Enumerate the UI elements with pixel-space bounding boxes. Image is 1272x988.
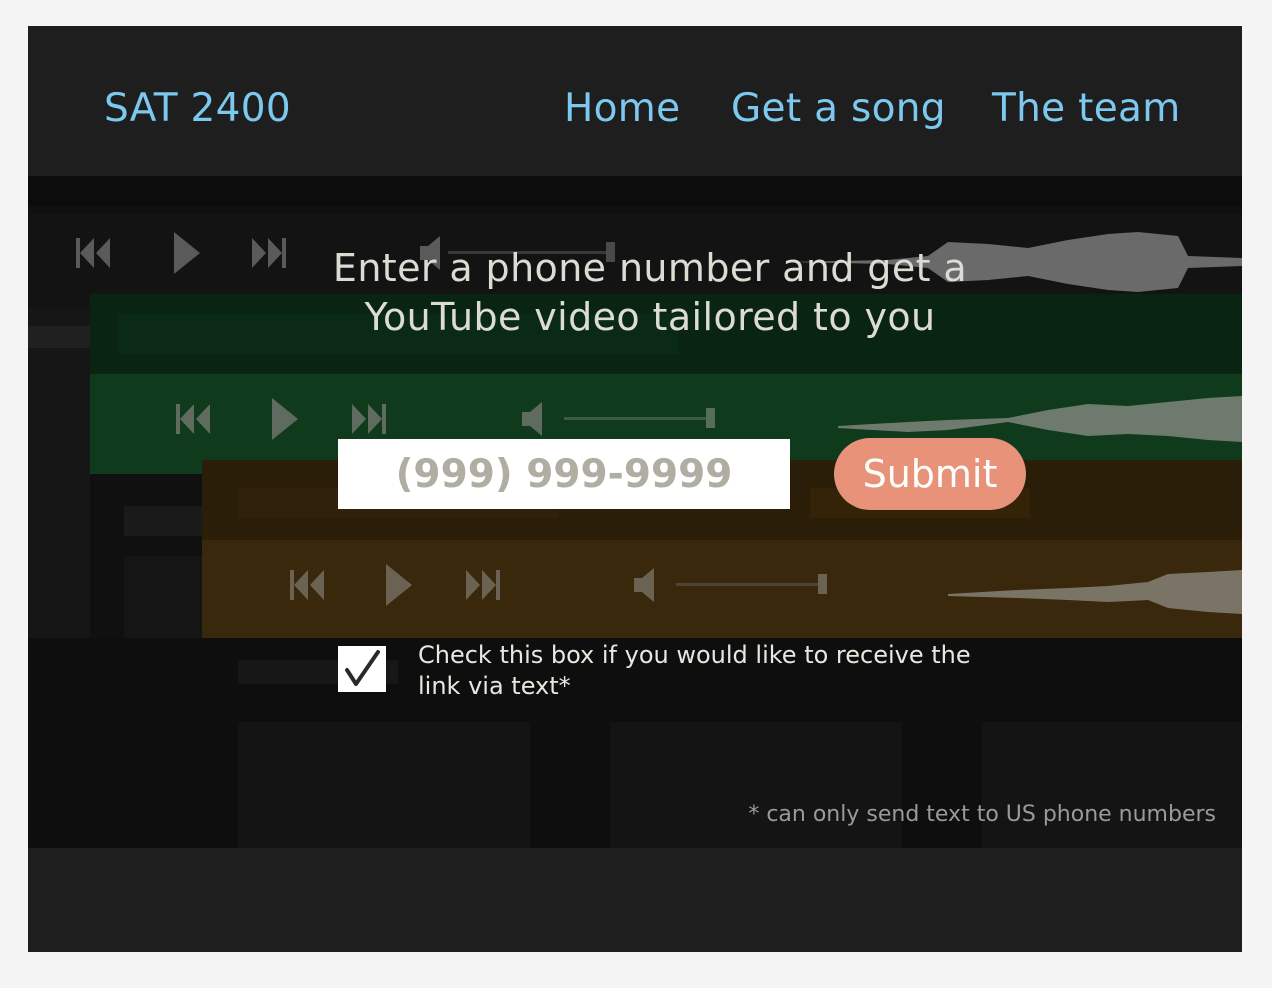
footer [28, 848, 1242, 952]
hero-section: Enter a phone number and get a YouTube v… [28, 176, 1242, 848]
app-frame: SAT 2400 Home Get a song The team Enter … [28, 26, 1242, 952]
hero-headline: Enter a phone number and get a YouTube v… [318, 244, 982, 342]
navbar: SAT 2400 Home Get a song The team [28, 26, 1242, 176]
submit-button[interactable]: Submit [834, 438, 1026, 510]
check-icon [345, 650, 380, 686]
nav-home-link[interactable]: Home [564, 86, 680, 131]
nav-get-a-song-link[interactable]: Get a song [731, 86, 946, 131]
nav-the-team-link[interactable]: The team [992, 86, 1181, 131]
footnote: * can only send text to US phone numbers [748, 802, 1216, 827]
headline-line-2: YouTube video tailored to you [364, 295, 936, 339]
brand-link[interactable]: SAT 2400 [104, 86, 291, 131]
phone-number-input[interactable] [338, 439, 790, 509]
sms-checkbox-label: Check this box if you would like to rece… [418, 641, 971, 700]
headline-line-1: Enter a phone number and get a [332, 246, 968, 290]
sms-checkbox[interactable] [338, 646, 386, 692]
